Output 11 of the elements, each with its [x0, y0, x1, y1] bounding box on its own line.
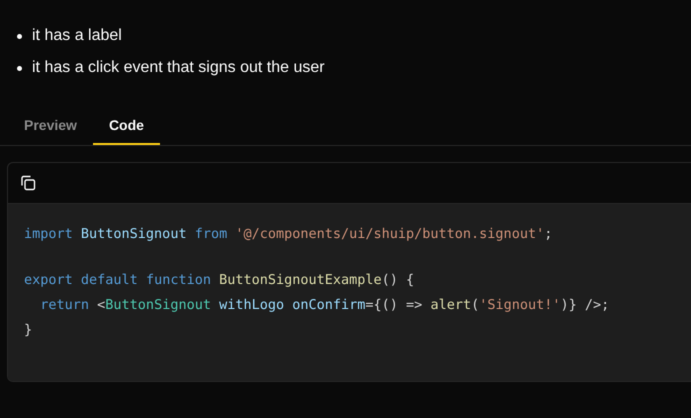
tab[interactable]: Preview — [8, 106, 93, 145]
list-item-text: it has a label — [32, 27, 122, 45]
code-line: return <ButtonSignout withLogo onConfirm={() => alert('Signout!')} />; — [39, 296, 610, 315]
code-line: import ButtonSignout from '@/components/ui/shuip/button.signout'; — [24, 225, 554, 244]
copy-icon[interactable] — [20, 175, 36, 191]
bullet-icon — [17, 66, 22, 70]
bullet-icon — [17, 34, 22, 38]
list-item-text: it has a click event that signs out the user — [32, 59, 325, 77]
tab[interactable]: Code — [92, 106, 160, 145]
code-line: export default function ButtonSignoutExample() { — [24, 271, 416, 290]
code-line: } — [24, 321, 34, 340]
